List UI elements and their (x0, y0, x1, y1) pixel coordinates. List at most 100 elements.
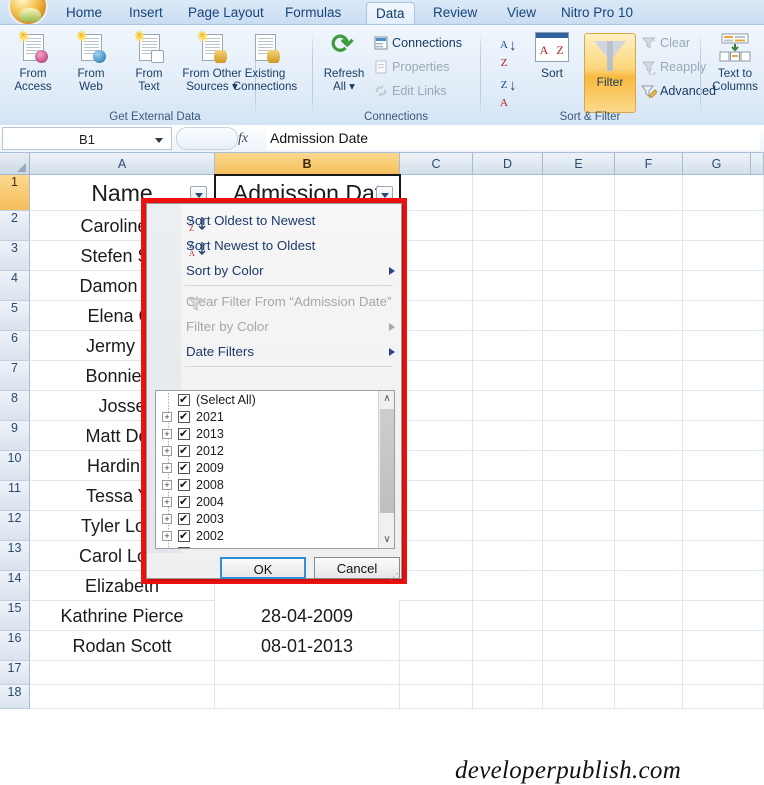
cell-c1[interactable] (400, 175, 473, 211)
cell-c13[interactable] (400, 541, 473, 571)
row-header-11[interactable]: 11 (0, 481, 30, 511)
cell-d13[interactable] (473, 541, 543, 571)
cell-a18[interactable] (30, 685, 215, 709)
cell-f7[interactable] (615, 361, 683, 391)
cell-d3[interactable] (473, 241, 543, 271)
cell-c17[interactable] (400, 661, 473, 685)
cell-e14[interactable] (543, 571, 615, 601)
expand-icon[interactable]: + (162, 531, 172, 541)
cell-f17[interactable] (615, 661, 683, 685)
checkbox-2013[interactable] (178, 426, 190, 443)
checkbox-2000[interactable] (178, 545, 190, 548)
cell-d7[interactable] (473, 361, 543, 391)
cell-g18[interactable] (683, 685, 764, 709)
expand-icon[interactable]: + (162, 429, 172, 439)
cell-f11[interactable] (615, 481, 683, 511)
cell-f18[interactable] (615, 685, 683, 709)
refresh-all-button[interactable]: Refresh All ▾ (316, 29, 372, 93)
cell-d10[interactable] (473, 451, 543, 481)
menu-item-filter-by-color[interactable]: Filter by Color (181, 314, 403, 339)
existing-connections-button[interactable]: Existing Connections (222, 31, 308, 93)
cancel-button[interactable]: Cancel (314, 557, 400, 579)
tab-formulas[interactable]: Formulas (276, 2, 350, 24)
row-header-13[interactable]: 13 (0, 541, 30, 571)
cell-d15[interactable] (473, 601, 543, 631)
cell-g3[interactable] (683, 241, 764, 271)
tab-insert[interactable]: Insert (120, 2, 172, 24)
cell-e8[interactable] (543, 391, 615, 421)
cell-e7[interactable] (543, 361, 615, 391)
name-box[interactable]: B1 (2, 127, 172, 150)
scroll-up-arrow-icon[interactable]: ∧ (379, 391, 394, 407)
cell-f2[interactable] (615, 211, 683, 241)
row-header-16[interactable]: 16 (0, 631, 30, 661)
expand-icon[interactable]: + (162, 514, 172, 524)
resize-grip-icon[interactable] (389, 567, 398, 576)
cell-g10[interactable] (683, 451, 764, 481)
cell-d5[interactable] (473, 301, 543, 331)
checkbox-2003[interactable] (178, 511, 190, 528)
cell-f14[interactable] (615, 571, 683, 601)
edit-links-button[interactable]: Edit Links (372, 80, 447, 102)
column-header-c[interactable]: C (400, 153, 473, 175)
checkbox-2004[interactable] (178, 494, 190, 511)
row-header-2[interactable]: 2 (0, 211, 30, 241)
row-header-14[interactable]: 14 (0, 571, 30, 601)
cell-d12[interactable] (473, 511, 543, 541)
tab-view[interactable]: View (498, 2, 545, 24)
column-header-d[interactable]: D (473, 153, 543, 175)
filter-button[interactable]: Filter (584, 33, 636, 113)
expand-icon[interactable]: + (162, 497, 172, 507)
cell-f3[interactable] (615, 241, 683, 271)
cell-f5[interactable] (615, 301, 683, 331)
tab-page-layout[interactable]: Page Layout (179, 2, 273, 24)
cell-e5[interactable] (543, 301, 615, 331)
cell-b17[interactable] (215, 661, 400, 685)
cell-b18[interactable] (215, 685, 400, 709)
row-header-12[interactable]: 12 (0, 511, 30, 541)
cell-c4[interactable] (400, 271, 473, 301)
cell-e16[interactable] (543, 631, 615, 661)
cell-g2[interactable] (683, 211, 764, 241)
cell-c15[interactable] (400, 601, 473, 631)
cell-a16[interactable]: Rodan Scott (30, 631, 215, 661)
connections-button[interactable]: Connections (372, 32, 462, 54)
column-header-g[interactable]: G (683, 153, 751, 175)
row-header-10[interactable]: 10 (0, 451, 30, 481)
expand-icon[interactable]: + (162, 548, 172, 549)
row-header-15[interactable]: 15 (0, 601, 30, 631)
select-all-corner[interactable] (0, 153, 30, 175)
cell-e10[interactable] (543, 451, 615, 481)
cell-g4[interactable] (683, 271, 764, 301)
cell-c12[interactable] (400, 511, 473, 541)
cell-g12[interactable] (683, 511, 764, 541)
cell-c9[interactable] (400, 421, 473, 451)
cell-f15[interactable] (615, 601, 683, 631)
column-header-a[interactable]: A (30, 153, 215, 175)
cell-d4[interactable] (473, 271, 543, 301)
row-header-4[interactable]: 4 (0, 271, 30, 301)
cell-f9[interactable] (615, 421, 683, 451)
insert-function-icon[interactable]: fx (238, 128, 260, 149)
list-scrollbar[interactable]: ∧ ∨ (378, 391, 394, 548)
cell-c7[interactable] (400, 361, 473, 391)
checkbox-2012[interactable] (178, 443, 190, 460)
checkbox-2002[interactable] (178, 528, 190, 545)
sort-dialog-button[interactable]: A Z Sort (524, 32, 580, 82)
cell-c18[interactable] (400, 685, 473, 709)
text-to-columns-button[interactable]: Text to Columns (704, 31, 764, 93)
expand-icon[interactable]: + (162, 463, 172, 473)
column-header-b[interactable]: B (215, 153, 400, 175)
formula-input[interactable]: Admission Date (266, 127, 760, 150)
cell-d9[interactable] (473, 421, 543, 451)
cell-b15[interactable]: 28-04-2009 (215, 601, 400, 631)
cell-e15[interactable] (543, 601, 615, 631)
expand-icon[interactable]: + (162, 412, 172, 422)
reapply-button[interactable]: Reapply (640, 56, 706, 78)
properties-button[interactable]: Properties (372, 56, 449, 78)
row-header-18[interactable]: 18 (0, 685, 30, 709)
chevron-down-icon[interactable] (155, 138, 163, 143)
cell-f8[interactable] (615, 391, 683, 421)
checkbox-2021[interactable] (178, 409, 190, 426)
cell-g11[interactable] (683, 481, 764, 511)
